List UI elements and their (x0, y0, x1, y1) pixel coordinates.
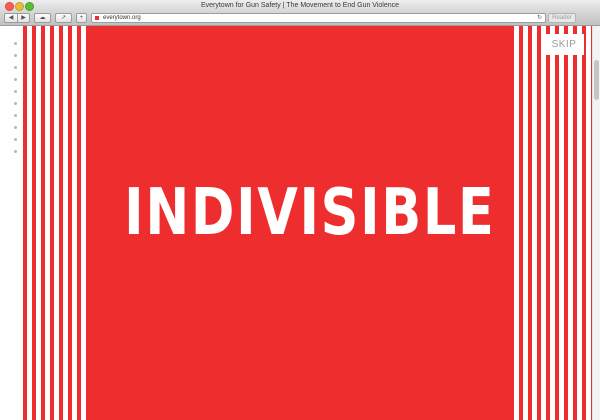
back-arrow-icon: ◀ (8, 15, 14, 21)
nav-dot[interactable] (14, 90, 17, 93)
nav-dot[interactable] (14, 138, 17, 141)
nav-dot[interactable] (14, 126, 17, 129)
reload-icon[interactable]: ↻ (537, 14, 542, 22)
site-favicon-icon (95, 16, 99, 20)
nav-dot[interactable] (14, 102, 17, 105)
vertical-scrollbar[interactable] (592, 26, 600, 420)
plus-icon: + (79, 15, 84, 21)
share-button[interactable]: ↗ (55, 13, 72, 23)
nav-dot[interactable] (14, 150, 17, 153)
nav-dot[interactable] (14, 42, 17, 45)
nav-dot[interactable] (14, 54, 17, 57)
address-bar[interactable]: everytown.org ↻ (91, 13, 546, 23)
skip-button[interactable]: SKIP (544, 34, 584, 55)
nav-dot[interactable] (14, 114, 17, 117)
page-content: INDIVISIBLE SKIP (0, 26, 600, 420)
new-tab-button[interactable]: + (76, 13, 87, 23)
cloud-icon: ☁ (39, 15, 46, 21)
forward-button[interactable]: ▶ (17, 13, 30, 23)
url-text: everytown.org (103, 15, 141, 21)
hero-headline: INDIVISIBLE (124, 176, 496, 250)
scrollbar-thumb[interactable] (594, 60, 599, 100)
section-nav-dots (14, 42, 20, 162)
nav-dot[interactable] (14, 78, 17, 81)
window-title: Everytown for Gun Safety | The Movement … (200, 2, 400, 9)
reader-button[interactable]: Reader (548, 13, 576, 23)
title-bar: Everytown for Gun Safety | The Movement … (0, 0, 600, 12)
forward-arrow-icon: ▶ (21, 15, 26, 21)
right-stripes-decoration (510, 26, 592, 420)
left-stripes-decoration (0, 26, 84, 420)
icloud-tabs-button[interactable]: ☁ (34, 13, 51, 23)
share-icon: ↗ (60, 15, 67, 21)
nav-dot[interactable] (14, 66, 17, 69)
hero-panel: INDIVISIBLE (86, 26, 510, 420)
browser-window: Everytown for Gun Safety | The Movement … (0, 0, 600, 420)
back-button[interactable]: ◀ (4, 13, 17, 23)
browser-toolbar: ◀ ▶ ☁ ↗ + everytown.org ↻ Reader (0, 12, 600, 26)
